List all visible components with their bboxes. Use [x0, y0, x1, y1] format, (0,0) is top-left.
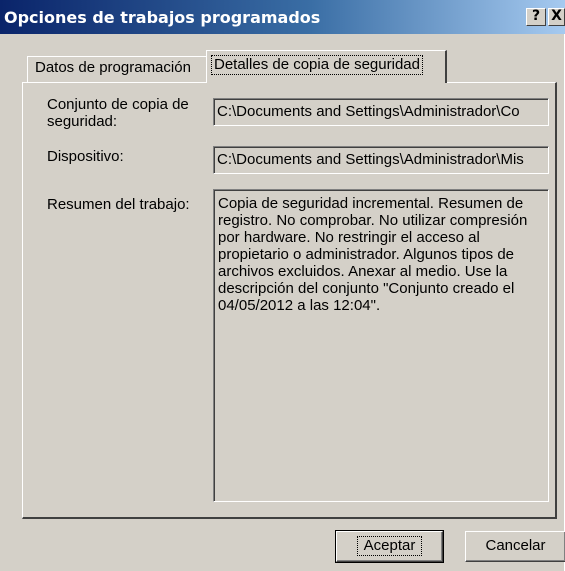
accept-button-label: Aceptar: [356, 536, 423, 556]
backup-set-label: Conjunto de copia de seguridad:: [47, 96, 189, 130]
device-field[interactable]: C:\Documents and Settings\Administrador\…: [213, 146, 549, 174]
tab-backup-details[interactable]: Detalles de copia de seguridad: [206, 50, 447, 83]
backup-set-field[interactable]: C:\Documents and Settings\Administrador\…: [213, 98, 549, 126]
tab-scheduling-data[interactable]: Datos de programación: [27, 56, 208, 82]
help-button[interactable]: ?: [526, 8, 546, 26]
job-summary-label: Resumen del trabajo:: [47, 196, 190, 213]
accept-button[interactable]: Aceptar: [335, 530, 444, 563]
title-bar[interactable]: Opciones de trabajos programados ? X: [0, 0, 565, 34]
close-button[interactable]: X: [548, 8, 565, 26]
tab-label: Detalles de copia de seguridad: [211, 55, 423, 75]
device-label: Dispositivo:: [47, 148, 124, 165]
window-title: Opciones de trabajos programados: [4, 8, 321, 27]
cancel-button[interactable]: Cancelar: [465, 531, 565, 562]
dialog-window: Opciones de trabajos programados ? X Dat…: [0, 0, 565, 571]
job-summary-textarea[interactable]: Copia de seguridad incremental. Resumen …: [213, 189, 549, 502]
tab-label: Datos de programación: [35, 59, 191, 76]
